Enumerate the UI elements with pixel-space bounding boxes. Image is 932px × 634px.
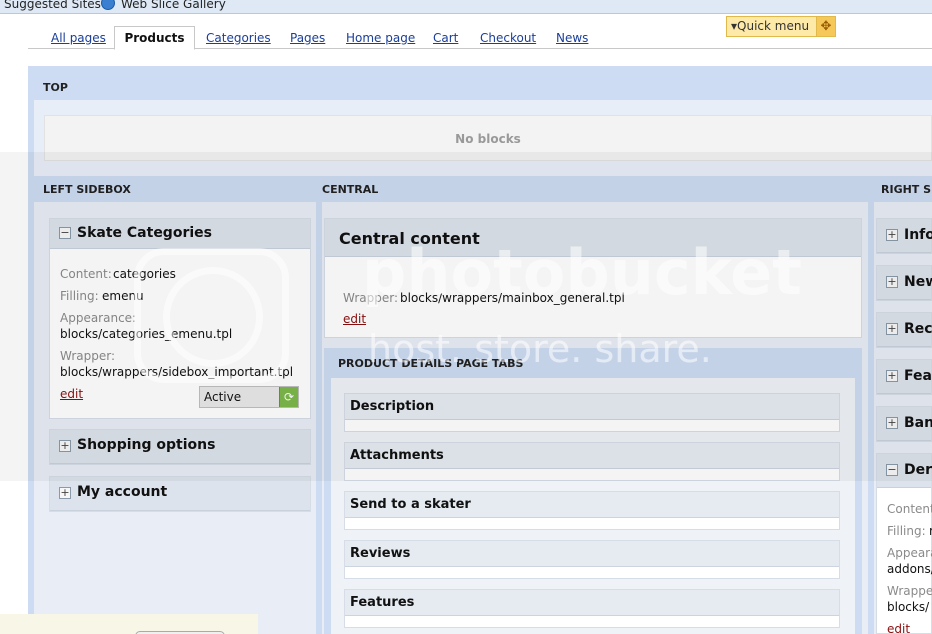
block-title: Ban [904,415,932,431]
edit-link[interactable]: edit [887,622,910,634]
wrapper-value: blocks/ [887,600,930,614]
top-empty-placeholder: No blocks [44,115,932,161]
block-header[interactable]: + Ban [877,407,932,441]
block-header[interactable]: + My account [50,477,310,511]
group-top-heading: TOP [43,81,68,94]
expand-icon[interactable]: + [886,229,898,241]
right-block-featured: + Feat [876,359,932,395]
right-block-expanded: − Derl Content Filling: r Appeara addons… [876,453,932,634]
block-header[interactable]: + Feat [877,360,932,394]
tab-checkout[interactable]: Checkout [480,31,536,45]
edit-link[interactable]: edit [343,312,366,326]
tab-news[interactable]: News [556,31,588,45]
expand-icon[interactable]: + [59,440,71,452]
expand-icon[interactable]: + [886,417,898,429]
product-tabs-container: Description Attachments Send to a skater… [331,378,855,634]
ie-icon [101,0,115,10]
content-label: Content [887,502,932,516]
product-tab-title: Send to a skater [350,497,471,512]
product-details-tabs-group: PRODUCT DETAILS PAGE TABS Description At… [324,348,862,634]
wrapper-label: Wrappe [887,584,932,598]
group-right-heading: RIGHT SI [881,183,932,196]
product-tab-title: Features [350,595,415,610]
filling-label: Filling: [60,289,99,303]
block-title: Feat [904,368,932,384]
block-header[interactable]: + Info [877,219,932,253]
product-tab-header[interactable]: Attachments [345,443,839,469]
block-title: Shopping options [77,437,216,453]
status-value: Active [204,390,242,404]
wrapper-label: Wrapper: [60,349,115,363]
tab-cart[interactable]: Cart [433,31,458,45]
group-left-heading: LEFT SIDEBOX [43,183,131,196]
refresh-icon[interactable]: ⟳ [279,387,298,407]
expand-icon[interactable]: + [59,487,71,499]
status-strip [0,614,258,634]
right-block-banners: + Ban [876,406,932,442]
content-label: Content: [60,267,112,281]
expand-icon[interactable]: + [886,370,898,382]
product-tab-title: Description [350,399,435,414]
product-tab-header[interactable]: Send to a skater [345,492,839,518]
product-tab-block: Attachments [344,442,840,481]
block-title: Skate Categories [77,225,212,241]
favorite-suggested-sites[interactable]: Suggested Sites [4,0,101,11]
watermark-brand: photobucket [362,236,802,309]
quick-menu-label[interactable]: ▾Quick menu [731,19,809,33]
expand-icon[interactable]: + [886,276,898,288]
collapse-icon[interactable]: − [886,464,898,476]
tab-pages[interactable]: Pages [290,31,325,45]
filling-label: Filling: [887,524,926,538]
block-title: Rece [904,321,932,337]
watermark-tagline: host. store. share. [368,327,712,371]
block-my-account: + My account [49,476,311,512]
right-block-new: + New [876,265,932,301]
tab-home-page[interactable]: Home page [346,31,415,45]
product-tab-title: Reviews [350,546,411,561]
product-tab-block: Send to a skater [344,491,840,530]
block-header[interactable]: + Shopping options [50,430,310,464]
favorite-web-slice-gallery[interactable]: Web Slice Gallery [121,0,226,11]
block-header[interactable]: − Skate Categories [50,219,310,249]
collapse-icon[interactable]: − [59,227,71,239]
appearance-label: Appearance: [60,311,137,325]
product-tab-block: Features [344,589,840,628]
block-title: Derl [904,462,932,478]
edit-link[interactable]: edit [60,387,83,401]
left-gutter [0,15,28,634]
product-tab-header[interactable]: Description [345,394,839,420]
product-tab-header[interactable]: Features [345,590,839,616]
expand-icon[interactable]: + [886,323,898,335]
block-title: Info [904,227,932,243]
product-tab-title: Attachments [350,448,444,463]
product-tab-block: Reviews [344,540,840,579]
block-title: New [904,274,932,290]
camera-lens-icon [163,267,263,367]
tab-products[interactable]: Products [114,26,195,50]
block-header[interactable]: + New [877,266,932,300]
favorites-bar: Suggested Sites Web Slice Gallery [0,0,932,14]
tab-categories[interactable]: Categories [206,31,271,45]
block-header[interactable]: − Derl [877,454,932,488]
block-title: My account [77,484,168,500]
product-tab-block: Description [344,393,840,432]
quick-menu[interactable]: ▾Quick menu ✥ [726,16,836,37]
move-icon[interactable]: ✥ [816,17,835,36]
tab-all-pages[interactable]: All pages [51,31,106,45]
right-block-info: + Info [876,218,932,254]
block-shopping-options: + Shopping options [49,429,311,465]
right-block-recent: + Rece [876,312,932,348]
appearance-label: Appeara [887,546,932,560]
block-header[interactable]: + Rece [877,313,932,347]
appearance-value: addons/ [887,562,932,576]
product-tab-header[interactable]: Reviews [345,541,839,567]
status-select[interactable]: Active ⟳ [199,386,299,408]
group-central-heading: CENTRAL [322,183,379,196]
